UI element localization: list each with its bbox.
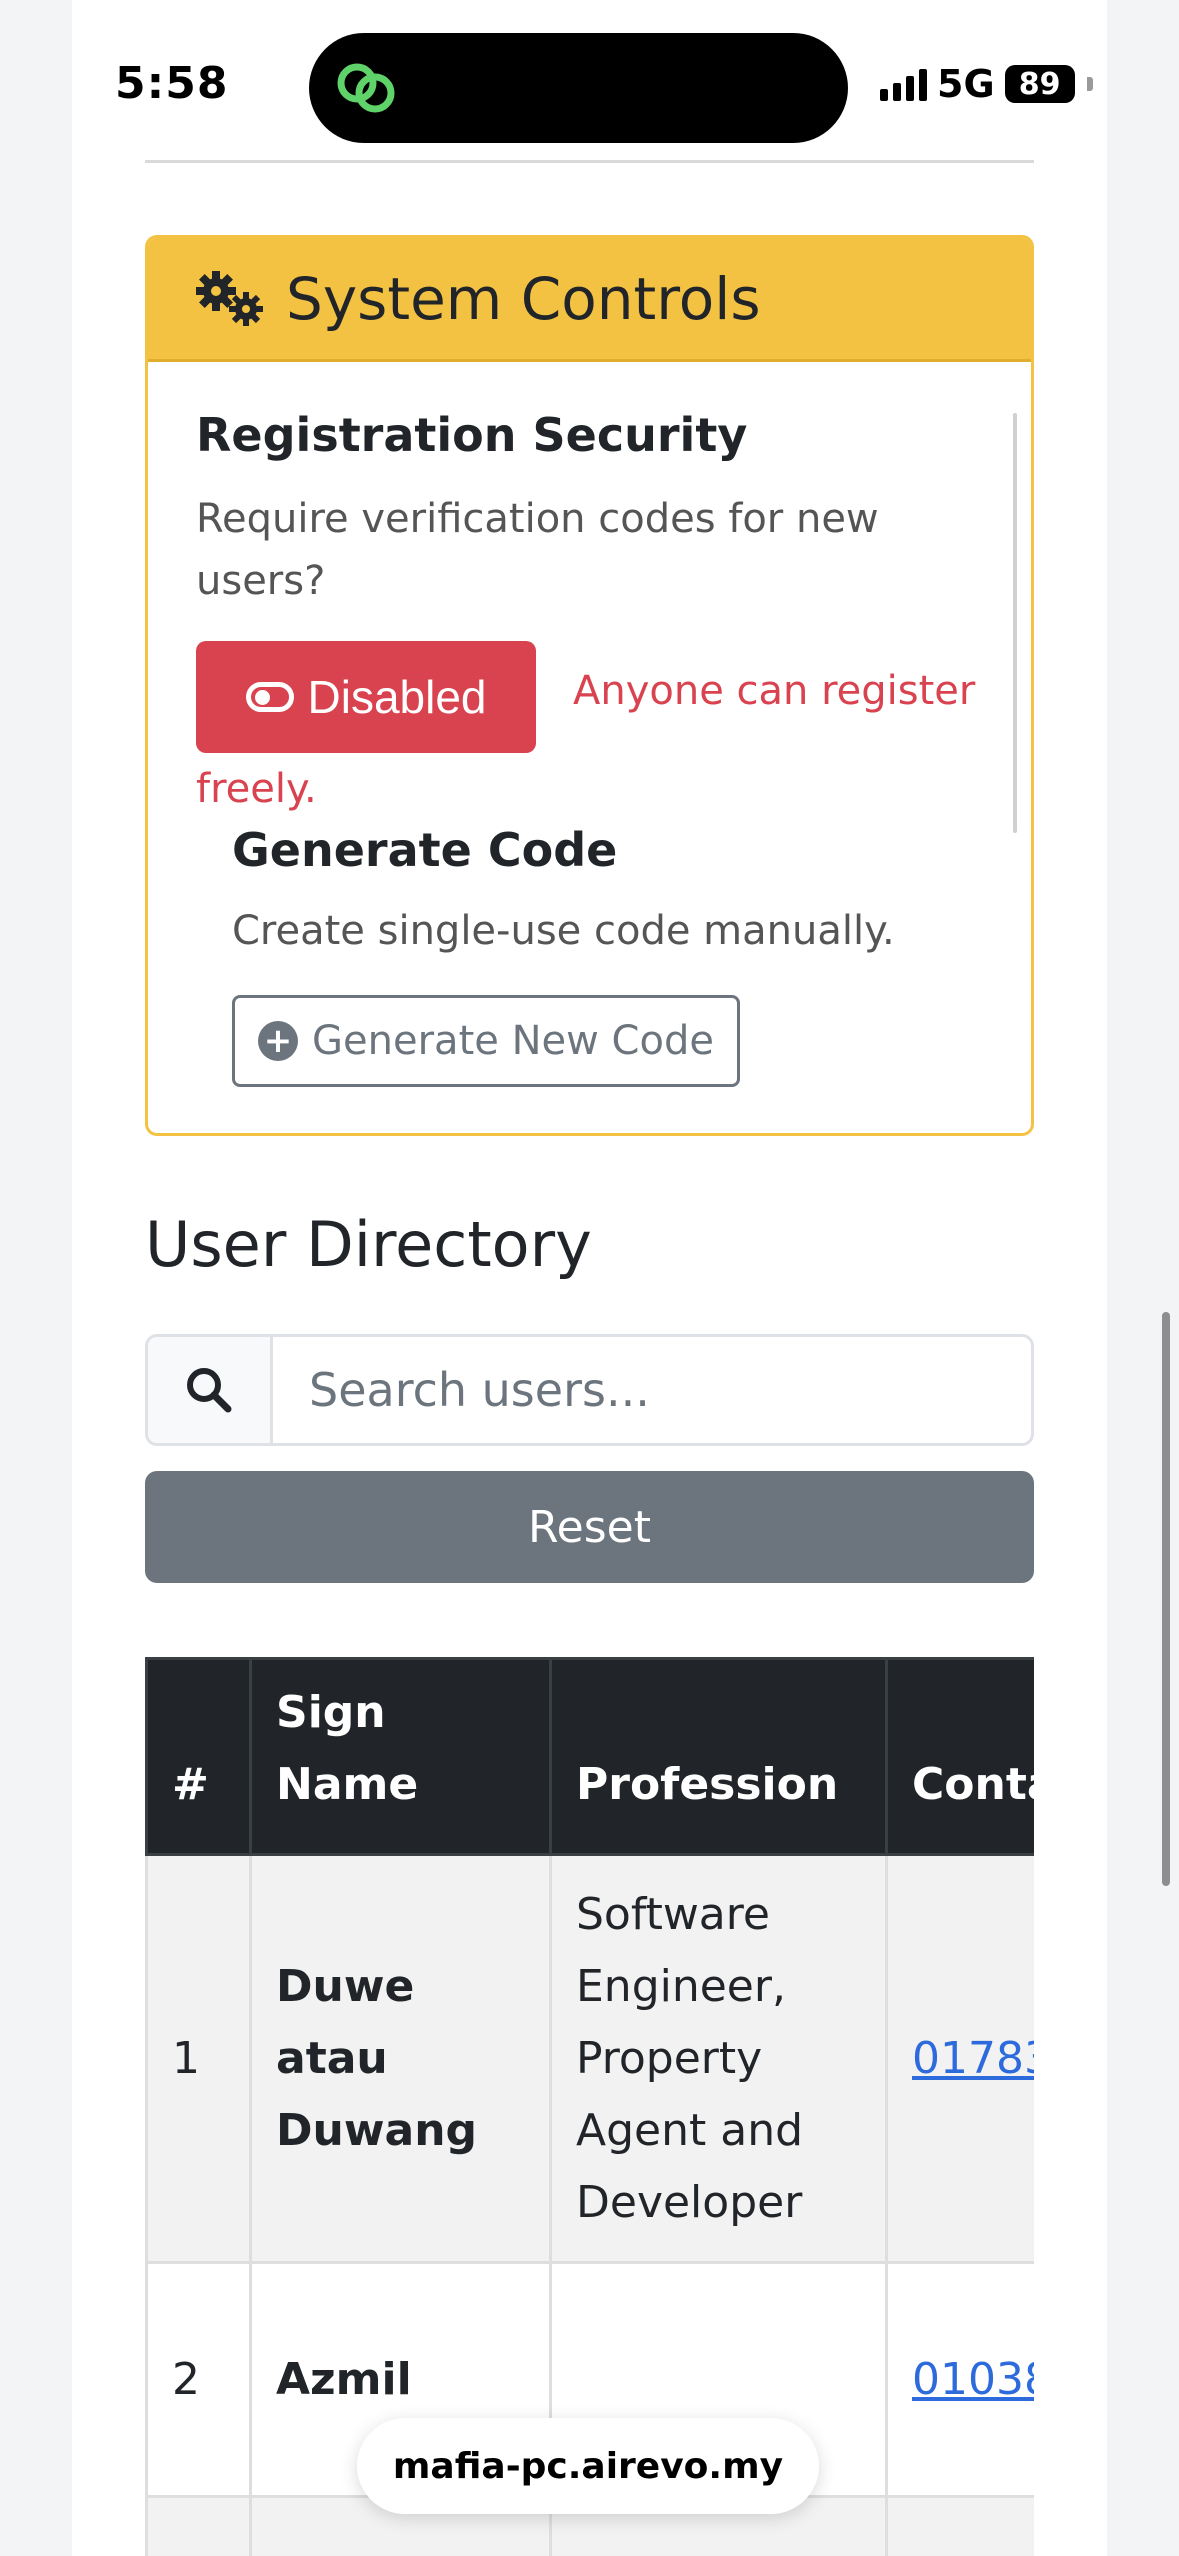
- column-header-number[interactable]: #: [145, 1657, 252, 1856]
- link-chain-icon: [337, 63, 395, 113]
- row-contact-cell: 01783: [885, 1853, 1034, 2264]
- plus-circle-icon: +: [258, 1021, 299, 1061]
- battery-tip: [1086, 77, 1093, 91]
- reset-button[interactable]: Reset: [145, 1471, 1034, 1583]
- cellular-signal-icon: [880, 67, 927, 101]
- network-type: 5G: [937, 62, 995, 106]
- contact-link[interactable]: 01038: [912, 2354, 1034, 2405]
- registration-toggle-button[interactable]: Disabled: [196, 641, 536, 753]
- dynamic-island: [309, 33, 848, 143]
- search-group: [145, 1334, 1034, 1446]
- divider: [145, 160, 1034, 163]
- card-title: System Controls: [286, 264, 761, 333]
- card-header: System Controls: [148, 238, 1031, 362]
- column-header-profession[interactable]: Profession: [549, 1657, 888, 1856]
- generate-button-label: Generate New Code: [312, 1018, 714, 1064]
- row-number: 1: [145, 1853, 252, 2264]
- generate-new-code-button[interactable]: + Generate New Code: [232, 995, 740, 1087]
- card-scrollbar[interactable]: [1013, 413, 1017, 833]
- contact-link[interactable]: 01783: [912, 2033, 1034, 2084]
- column-header-contact[interactable]: Conta: [885, 1657, 1034, 1856]
- url-text: mafia-pc.airevo.my: [392, 2445, 784, 2487]
- status-indicators: 5G 89: [880, 62, 1093, 106]
- url-bar[interactable]: mafia-pc.airevo.my: [357, 2418, 819, 2514]
- user-directory-title: User Directory: [145, 1208, 592, 1281]
- toggle-off-icon: [245, 682, 294, 712]
- generate-code-description: Create single-use code manually.: [232, 908, 895, 954]
- status-time: 5:58: [115, 58, 229, 109]
- toggle-label: Disabled: [307, 671, 487, 723]
- system-controls-card: System Controls Registration Security Re…: [145, 235, 1034, 1136]
- table-header-row: # Sign Name Profession Conta: [145, 1657, 1034, 1856]
- page-scrollbar[interactable]: [1162, 1312, 1170, 1886]
- registration-status-text-cont: freely.: [196, 766, 317, 812]
- search-icon: [187, 1368, 232, 1413]
- row-name: Duwe atau Duwang: [249, 1853, 552, 2264]
- column-header-sign-name[interactable]: Sign Name: [249, 1657, 552, 1856]
- row-number: 2: [145, 2261, 252, 2498]
- battery-icon: 89: [1004, 65, 1075, 103]
- search-input[interactable]: [273, 1337, 1031, 1443]
- generate-code-title: Generate Code: [232, 823, 618, 877]
- registration-description: Require verification codes for new users…: [196, 496, 879, 604]
- registration-security-title: Registration Security: [196, 408, 748, 462]
- registration-status-text: Anyone can register: [573, 668, 976, 714]
- row-contact-cell: 01038: [885, 2261, 1034, 2498]
- table-row: 1 Duwe atau Duwang Software Engineer, Pr…: [145, 1853, 1034, 2264]
- gears-icon: [196, 270, 263, 326]
- search-addon: [148, 1337, 273, 1443]
- battery-level: 89: [1018, 66, 1061, 102]
- row-profession: Software Engineer, Property Agent and De…: [549, 1853, 888, 2264]
